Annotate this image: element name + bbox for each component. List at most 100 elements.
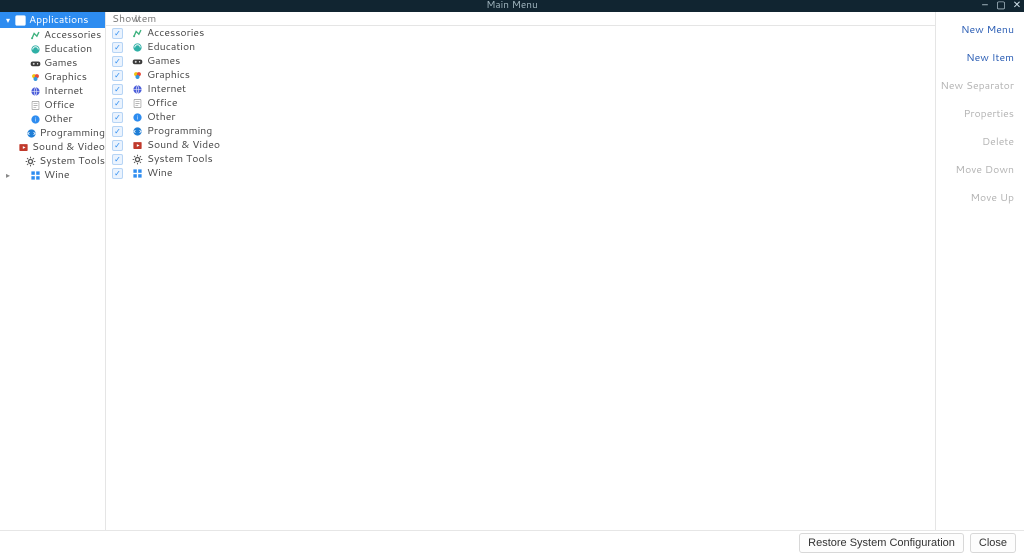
item-row[interactable]: ✓ Sound & Video: [106, 138, 935, 152]
tree-item[interactable]: Accessories: [0, 28, 105, 42]
item-label: Internet: [147, 82, 186, 96]
items-pane: Show Item ✓ Accessories ✓ Education✓Games✓G…: [106, 12, 936, 530]
show-checkbox[interactable]: ✓: [112, 70, 123, 81]
office-icon: [131, 97, 143, 109]
item-row[interactable]: ✓ Programming: [106, 124, 935, 138]
footer: Restore System Configuration Close: [0, 530, 1024, 555]
svg-text:i: i: [35, 115, 36, 123]
show-checkbox[interactable]: ✓: [112, 140, 123, 151]
media-icon: [18, 142, 29, 153]
tree-item-label: Sound & Video: [32, 140, 105, 154]
items-header: Show Item: [106, 12, 935, 26]
wine-icon: [131, 167, 143, 179]
item-row[interactable]: ✓Graphics: [106, 68, 935, 82]
show-checkbox[interactable]: ✓: [112, 56, 123, 67]
tree-item[interactable]: i Other: [0, 112, 105, 126]
action-move-down: Move Down: [936, 160, 1024, 180]
tree-item-label: Programming: [40, 126, 105, 140]
action-delete: Delete: [936, 132, 1024, 152]
items-list: ✓Accessories✓Education✓Games✓Graphics✓In…: [106, 26, 935, 530]
window-title: Main Menu: [486, 0, 538, 12]
programming-icon: [131, 125, 143, 137]
action-properties: Properties: [936, 104, 1024, 124]
item-row[interactable]: ✓ System Tools: [106, 152, 935, 166]
item-label: System Tools: [147, 152, 213, 166]
tree-item[interactable]: System Tools: [0, 154, 105, 168]
item-row[interactable]: ✓ Wine: [106, 166, 935, 180]
svg-text:i: i: [136, 113, 137, 121]
tree-item-label: Office: [44, 98, 75, 112]
system-icon: [25, 156, 36, 167]
action-new-menu[interactable]: New Menu: [936, 20, 1024, 40]
action-move-up: Move Up: [936, 188, 1024, 208]
tree-item[interactable]: ▸ Wine: [0, 168, 105, 182]
item-row[interactable]: ✓ Education: [106, 40, 935, 54]
show-checkbox[interactable]: ✓: [112, 126, 123, 137]
show-checkbox[interactable]: ✓: [112, 154, 123, 165]
minimize-icon[interactable]: –: [980, 0, 990, 10]
tree-root-label: Applications: [29, 13, 88, 27]
item-label: Education: [147, 40, 195, 54]
item-label: Office: [147, 96, 178, 110]
action-new-item[interactable]: New Item: [936, 48, 1024, 68]
internet-icon: [30, 86, 41, 97]
chevron-right-icon[interactable]: ▸: [4, 169, 12, 181]
accessories-icon: [131, 27, 143, 39]
show-checkbox[interactable]: ✓: [112, 28, 123, 39]
media-icon: [131, 139, 143, 151]
action-new-separator: New Separator: [936, 76, 1024, 96]
other-icon: i: [30, 114, 41, 125]
column-item-header[interactable]: Item: [130, 12, 935, 25]
tree-pane: ▾ ApplicationsAccessoriesEducationGamesGr…: [0, 12, 106, 530]
tree-item-label: Accessories: [44, 28, 101, 42]
tree-item-label: Wine: [44, 168, 69, 182]
tree-item[interactable]: Graphics: [0, 70, 105, 84]
games-icon: [30, 58, 41, 69]
item-row[interactable]: ✓ Internet: [106, 82, 935, 96]
graphics-icon: [131, 69, 143, 81]
window-controls: – ▢ ✕: [980, 0, 1022, 10]
tree-item[interactable]: Office: [0, 98, 105, 112]
apps-icon: [15, 15, 26, 26]
show-checkbox[interactable]: ✓: [112, 168, 123, 179]
tree-item-label: Other: [44, 112, 72, 126]
item-label: Sound & Video: [147, 138, 220, 152]
close-icon[interactable]: ✕: [1012, 0, 1022, 10]
close-button[interactable]: Close: [970, 533, 1016, 553]
restore-button[interactable]: Restore System Configuration: [799, 533, 964, 553]
show-checkbox[interactable]: ✓: [112, 42, 123, 53]
item-label: Other: [147, 110, 175, 124]
education-icon: [131, 41, 143, 53]
item-row[interactable]: ✓ i Other: [106, 110, 935, 124]
titlebar: Main Menu – ▢ ✕: [0, 0, 1024, 12]
accessories-icon: [30, 30, 41, 41]
other-icon: i: [131, 111, 143, 123]
wine-icon: [30, 170, 41, 181]
education-icon: [30, 44, 41, 55]
tree-item[interactable]: Sound & Video: [0, 140, 105, 154]
main-content: ▾ApplicationsAccessoriesEducationGamesGr…: [0, 12, 1024, 530]
tree-item[interactable]: Programming: [0, 126, 105, 140]
tree-item[interactable]: Games: [0, 56, 105, 70]
maximize-icon[interactable]: ▢: [996, 0, 1006, 10]
games-icon: [131, 55, 143, 67]
tree-item[interactable]: Internet: [0, 84, 105, 98]
show-checkbox[interactable]: ✓: [112, 84, 123, 95]
item-label: Programming: [147, 124, 212, 138]
tree-root-applications[interactable]: ▾ Applications: [0, 12, 105, 28]
show-checkbox[interactable]: ✓: [112, 98, 123, 109]
item-row[interactable]: ✓ Accessories: [106, 26, 935, 40]
column-show-header[interactable]: Show: [106, 12, 130, 25]
item-label: Accessories: [147, 26, 204, 40]
programming-icon: [26, 128, 37, 139]
tree-item-label: Graphics: [44, 70, 87, 84]
tree-item-label: Games: [44, 56, 77, 70]
item-label: Wine: [147, 166, 172, 180]
item-row[interactable]: ✓ Office: [106, 96, 935, 110]
show-checkbox[interactable]: ✓: [112, 112, 123, 123]
system-icon: [131, 153, 143, 165]
item-row[interactable]: ✓Games: [106, 54, 935, 68]
chevron-down-icon[interactable]: ▾: [4, 14, 12, 26]
tree-item[interactable]: Education: [0, 42, 105, 56]
tree-item-label: Internet: [44, 84, 83, 98]
